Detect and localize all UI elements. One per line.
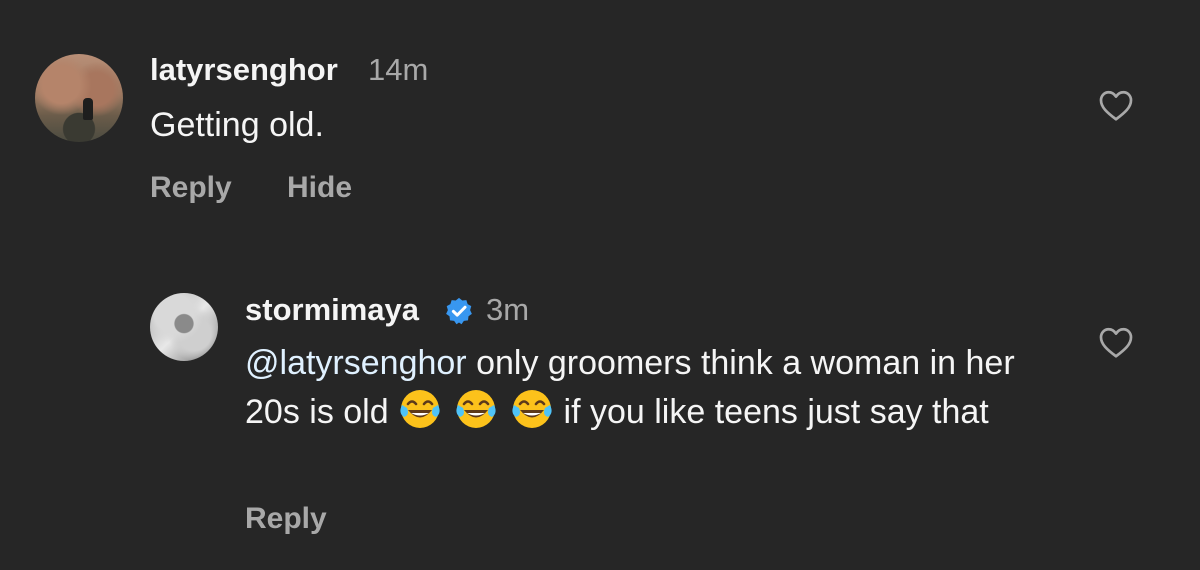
mention-link[interactable]: @latyrsenghor bbox=[245, 344, 467, 382]
reply-button[interactable]: Reply bbox=[150, 171, 232, 205]
heart-icon[interactable] bbox=[1098, 88, 1134, 122]
comment-username[interactable]: stormimaya bbox=[245, 292, 419, 328]
heart-icon[interactable] bbox=[1098, 325, 1134, 359]
verified-badge-icon bbox=[446, 297, 472, 325]
comment-timestamp: 3m bbox=[486, 292, 530, 327]
comment-item: latyrsenghor 14m Getting old. Reply Hide bbox=[0, 0, 1200, 240]
comment-username[interactable]: latyrsenghor bbox=[150, 52, 338, 88]
laughing-tears-emoji-icon bbox=[400, 390, 440, 428]
comment-text: @latyrsenghor only groomers think a woma… bbox=[245, 340, 1045, 436]
comment-timestamp: 14m bbox=[368, 52, 429, 87]
comment-text: Getting old. bbox=[150, 106, 324, 144]
avatar[interactable] bbox=[35, 54, 123, 142]
comment-text-part: if you like teens just say that bbox=[554, 393, 989, 431]
laughing-tears-emoji-icon bbox=[456, 390, 496, 428]
avatar[interactable] bbox=[150, 293, 218, 361]
hide-button[interactable]: Hide bbox=[287, 171, 352, 205]
laughing-tears-emoji-icon bbox=[512, 390, 552, 428]
reply-button[interactable]: Reply bbox=[245, 502, 327, 536]
